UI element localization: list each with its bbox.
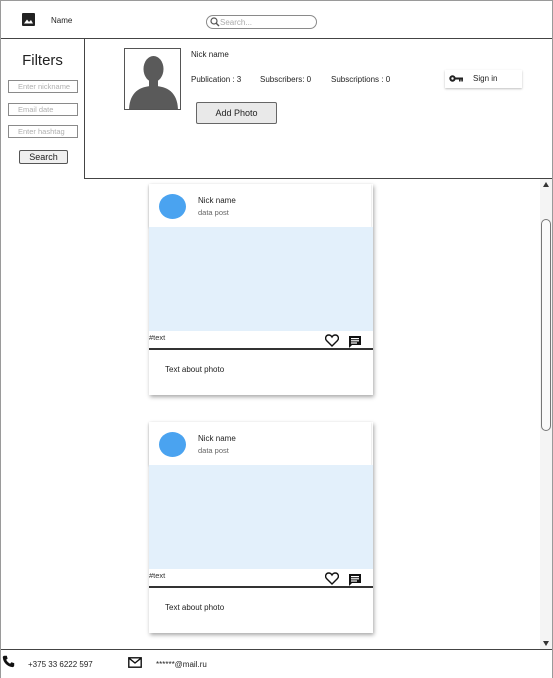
filters-title: Filters bbox=[22, 52, 63, 69]
profile-panel: Nick name Publication : 3 Subscribers: 0… bbox=[85, 39, 552, 179]
heart-icon[interactable] bbox=[325, 572, 339, 585]
post-divider bbox=[149, 348, 373, 350]
post-hashtags[interactable]: #text bbox=[149, 333, 165, 342]
search-box[interactable] bbox=[206, 15, 317, 29]
scroll-down-arrow-icon[interactable] bbox=[543, 641, 549, 646]
contact-email[interactable]: ******@mail.ru bbox=[156, 660, 207, 669]
image-icon[interactable] bbox=[22, 13, 35, 26]
post-header: Nick name data post bbox=[149, 184, 371, 227]
comment-icon[interactable] bbox=[348, 573, 362, 586]
post-caption: Text about photo bbox=[165, 365, 225, 374]
app-name[interactable]: Name bbox=[51, 16, 72, 25]
subscriptions-count[interactable]: Subscriptions : 0 bbox=[331, 75, 390, 84]
filters-panel: Filters Search bbox=[1, 39, 85, 179]
post-author-avatar[interactable] bbox=[159, 432, 186, 457]
add-photo-button[interactable]: Add Photo bbox=[196, 102, 277, 124]
post-author-avatar[interactable] bbox=[159, 194, 186, 219]
post-photo[interactable] bbox=[149, 227, 373, 331]
key-icon bbox=[449, 75, 463, 82]
post-hashtags[interactable]: #text bbox=[149, 571, 165, 580]
comment-icon[interactable] bbox=[348, 335, 362, 348]
post-caption: Text about photo bbox=[165, 603, 225, 612]
contact-phone[interactable]: +375 33 6222 597 bbox=[28, 660, 93, 669]
phone-icon bbox=[2, 655, 15, 668]
profile-nick-name: Nick name bbox=[191, 50, 229, 59]
email-date-filter-input[interactable] bbox=[8, 103, 78, 116]
subscribers-count[interactable]: Subscribers: 0 bbox=[260, 75, 311, 84]
post-author-name[interactable]: Nick name bbox=[198, 196, 236, 205]
post-date: data post bbox=[198, 446, 229, 455]
heart-icon[interactable] bbox=[325, 334, 339, 347]
hashtag-filter-input[interactable] bbox=[8, 125, 78, 138]
post-divider bbox=[149, 586, 373, 588]
search-button[interactable]: Search bbox=[19, 150, 68, 164]
nickname-filter-input[interactable] bbox=[8, 80, 78, 93]
post-date: data post bbox=[198, 208, 229, 217]
post-author-name[interactable]: Nick name bbox=[198, 434, 236, 443]
post-photo[interactable] bbox=[149, 465, 373, 569]
top-bar: Name bbox=[1, 1, 552, 39]
scroll-up-arrow-icon[interactable] bbox=[543, 182, 549, 187]
sign-in-label: Sign in bbox=[473, 74, 498, 83]
user-silhouette-icon bbox=[125, 49, 180, 109]
scroll-thumb[interactable] bbox=[541, 219, 551, 431]
post-card: Nick name data post #text Text about pho… bbox=[149, 184, 373, 395]
post-feed: Nick name data post #text Text about pho… bbox=[1, 179, 540, 649]
app-frame: Name Filters Search Nick name Publicatio bbox=[0, 0, 553, 678]
post-header: Nick name data post bbox=[149, 422, 371, 465]
mail-icon bbox=[128, 657, 142, 668]
profile-avatar[interactable] bbox=[124, 48, 181, 110]
footer: +375 33 6222 597 ******@mail.ru bbox=[1, 649, 552, 678]
publication-count: Publication : 3 bbox=[191, 75, 242, 84]
search-input[interactable] bbox=[220, 16, 314, 28]
feed-scrollbar[interactable] bbox=[540, 179, 552, 651]
search-icon[interactable] bbox=[210, 17, 220, 27]
post-card: Nick name data post #text Text about pho… bbox=[149, 422, 373, 633]
sign-in-button[interactable]: Sign in bbox=[445, 70, 522, 88]
